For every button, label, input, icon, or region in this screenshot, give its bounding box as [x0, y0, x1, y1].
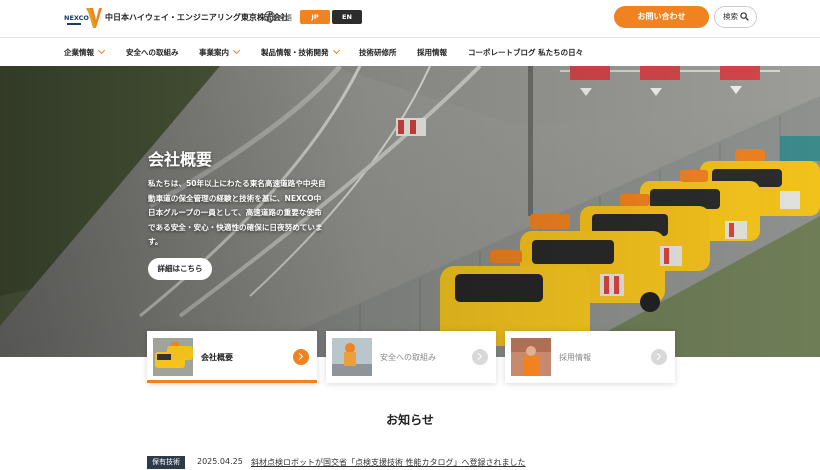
- nav-item-products[interactable]: 製品情報・技術開発: [261, 46, 340, 58]
- card-thumbnail: [153, 338, 193, 376]
- nav-item-training[interactable]: 技術研修所: [359, 47, 397, 58]
- hero-banner: 会社概要 私たちは、50年以上にわたる東名高速道路や中央自動車道の保全管理の経験…: [0, 66, 820, 357]
- news-date: 2025.04.25: [197, 457, 243, 466]
- site-header: NEXCO 中日本ハイウェイ・エンジニアリング東京株式会社 言語 JP EN お…: [0, 0, 820, 38]
- news-tag: 保有技術: [147, 456, 185, 469]
- search-button[interactable]: 検索: [714, 6, 757, 28]
- nav-item-label: 採用情報: [417, 48, 447, 57]
- logo-text: NEXCO: [64, 14, 89, 22]
- chevron-down-icon: [232, 46, 241, 55]
- chevron-down-icon: [332, 46, 340, 55]
- language-label: 言語: [278, 14, 292, 22]
- hero-description: 私たちは、50年以上にわたる東名高速道路や中央自動車道の保全管理の経験と技術を基…: [148, 179, 326, 247]
- lang-jp-button[interactable]: JP: [300, 10, 330, 24]
- nav-item-label: コーポレートブログ 私たちの日々: [468, 48, 584, 57]
- nav-item-label: 製品情報・技術開発: [261, 48, 329, 57]
- arrow-right-icon: [293, 349, 309, 365]
- card-company-overview[interactable]: 会社概要: [147, 331, 317, 383]
- search-label: 検索: [723, 12, 738, 21]
- card-thumbnail: [332, 338, 372, 376]
- main-nav: 企業情報 安全への取組み 事業案内 製品情報・技術開発 技術研修所 採用情報 コ…: [0, 38, 820, 66]
- arrow-right-icon: [472, 349, 488, 365]
- lang-en-button[interactable]: EN: [332, 10, 362, 24]
- nexco-logo[interactable]: NEXCO: [62, 6, 102, 30]
- card-safety[interactable]: 安全への取組み: [326, 331, 496, 383]
- card-label: 採用情報: [559, 353, 591, 362]
- chevron-down-icon: [97, 46, 106, 55]
- globe-icon: [264, 11, 275, 23]
- search-icon: [740, 12, 749, 21]
- nav-item-business[interactable]: 事業案内: [199, 46, 241, 58]
- hero-photo: [0, 66, 820, 357]
- nav-item-label: 事業案内: [199, 48, 229, 57]
- nav-item-safety[interactable]: 安全への取組み: [126, 47, 179, 58]
- hero-title: 会社概要: [148, 150, 213, 169]
- card-label: 会社概要: [201, 353, 233, 362]
- nav-item-company-info[interactable]: 企業情報: [64, 46, 106, 58]
- news-heading: お知らせ: [386, 413, 434, 427]
- details-button[interactable]: 詳細はこちら: [148, 258, 212, 280]
- nav-item-label: 安全への取組み: [126, 48, 179, 57]
- card-label: 安全への取組み: [380, 353, 436, 362]
- card-thumbnail: [511, 338, 551, 376]
- nav-item-label: 企業情報: [64, 48, 94, 57]
- arrow-right-icon: [651, 349, 667, 365]
- nav-item-label: 技術研修所: [359, 48, 397, 57]
- nav-item-blog[interactable]: コーポレートブログ 私たちの日々: [468, 47, 583, 58]
- nav-item-recruit[interactable]: 採用情報: [417, 47, 447, 58]
- contact-button[interactable]: お問い合わせ: [614, 6, 709, 28]
- company-name: 中日本ハイウェイ・エンジニアリング東京株式会社: [105, 13, 289, 22]
- news-link[interactable]: 斜材点検ロボットが国交省「点検支援技術 性能カタログ」へ登録されました: [251, 457, 526, 468]
- card-recruit[interactable]: 採用情報: [505, 331, 675, 383]
